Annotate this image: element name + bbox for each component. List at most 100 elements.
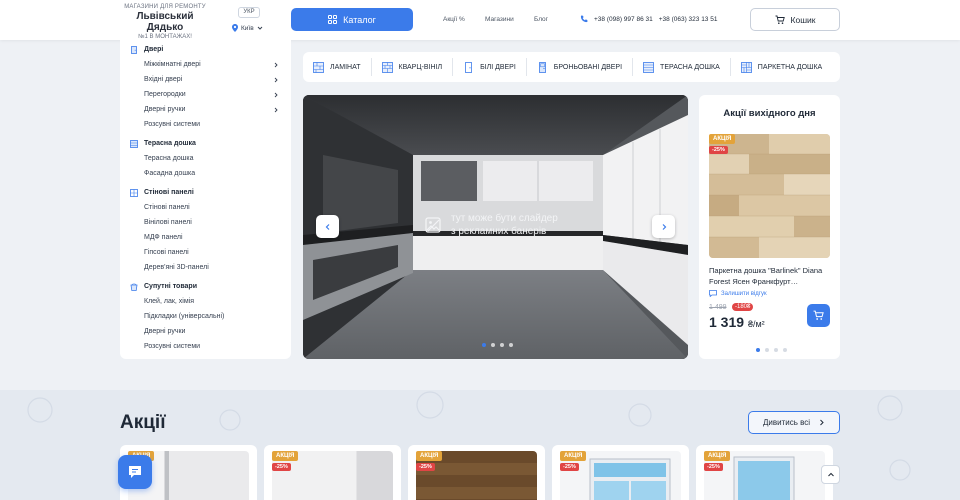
- language-switcher[interactable]: УКР: [238, 7, 260, 18]
- bucket-icon: [130, 283, 138, 291]
- discount-percent-badge: -25%: [709, 146, 728, 154]
- sidebar-item-label: Фасадна дошка: [144, 170, 196, 177]
- quick-white-doors[interactable]: БІЛІ ДВЕРІ: [453, 58, 527, 76]
- armored-door-icon: [538, 61, 546, 73]
- catalog-label: Каталог: [343, 14, 376, 25]
- leave-review-link[interactable]: Залишити відгук: [709, 290, 767, 297]
- see-all-button[interactable]: Дивитись всі: [748, 411, 840, 434]
- sidebar-item-label: МДФ панелі: [144, 234, 183, 241]
- slider-dot[interactable]: [500, 343, 504, 347]
- slider-dot[interactable]: [783, 348, 787, 352]
- quick-label: БІЛІ ДВЕРІ: [480, 63, 516, 71]
- sidebar-item[interactable]: Дверні ручки: [120, 102, 291, 117]
- sale-badge: АКЦІЯ: [416, 451, 443, 461]
- category-title: Терасна дошка: [144, 140, 196, 147]
- city-name: Київ: [241, 24, 254, 32]
- location-pin-icon: [232, 24, 238, 32]
- catalog-button[interactable]: Каталог: [291, 8, 413, 31]
- city-selector[interactable]: Київ: [232, 24, 263, 32]
- current-price: 1 319 ₴/м²: [709, 314, 765, 330]
- nav-blog[interactable]: Блог: [534, 16, 548, 23]
- sidebar-item[interactable]: Фасадна дошка: [120, 166, 291, 181]
- sidebar-item[interactable]: МДФ панелі: [120, 230, 291, 245]
- sidebar-item-label: Дерев'яні 3D-панелі: [144, 264, 209, 271]
- slider-prev-button[interactable]: [316, 215, 339, 238]
- sidebar-item-label: Терасна дошка: [144, 155, 194, 162]
- quick-laminate[interactable]: ЛАМІНАТ: [303, 58, 372, 76]
- slider-dot[interactable]: [509, 343, 513, 347]
- slider-next-button[interactable]: [652, 215, 675, 238]
- discount-amount: -180₴: [732, 303, 754, 311]
- sidebar-item-label: Вінілові панелі: [144, 219, 192, 226]
- promo-product-card[interactable]: АКЦІЯ -25%: [408, 445, 545, 500]
- sale-badge: АКЦІЯ: [560, 451, 587, 461]
- phone-number-1[interactable]: +38 (098) 997 86 31: [594, 16, 653, 23]
- deal-title: Акції вихідного дня: [723, 108, 816, 119]
- white-door-icon: [465, 61, 472, 73]
- quick-category-bar: ЛАМІНАТ КВАРЦ-ВІНІЛ БІЛІ ДВЕРІ БРОНЬОВАН…: [303, 52, 840, 82]
- sidebar-item[interactable]: Розсувні системи: [120, 339, 291, 354]
- slider-dot[interactable]: [482, 343, 486, 347]
- category-sidebar: Двері Міжкімнатні двері Вхідні двері Пер…: [120, 40, 291, 359]
- sidebar-item[interactable]: Розсувні системи: [120, 117, 291, 132]
- image-placeholder-icon: [425, 217, 441, 233]
- slider-dot[interactable]: [774, 348, 778, 352]
- quick-label: ТЕРАСНА ДОШКА: [660, 63, 720, 71]
- category-related-goods[interactable]: Супутні товари: [120, 279, 291, 294]
- sidebar-item-label: Підкладки (універсальні): [144, 313, 225, 320]
- nav-stores[interactable]: Магазини: [485, 16, 514, 23]
- quick-quartz-vinyl[interactable]: КВАРЦ-ВІНІЛ: [372, 58, 454, 76]
- sidebar-item[interactable]: Стінові панелі: [120, 200, 291, 215]
- promo-product-card[interactable]: АКЦІЯ -25%: [264, 445, 401, 500]
- sidebar-item[interactable]: Вхідні двері: [120, 72, 291, 87]
- slider-dots: [482, 343, 513, 347]
- banner-slider[interactable]: тут може бути слайдер з рекламних банері…: [303, 95, 688, 359]
- sidebar-item[interactable]: Дверні ручки: [120, 324, 291, 339]
- sidebar-item-label: Гіпсові панелі: [144, 249, 189, 256]
- quick-terrace-board[interactable]: ТЕРАСНА ДОШКА: [633, 58, 731, 76]
- quick-parquet[interactable]: ПАРКЕТНА ДОШКА: [731, 58, 832, 76]
- sidebar-item[interactable]: Гіпсові панелі: [120, 245, 291, 260]
- scroll-to-top-button[interactable]: [821, 465, 840, 484]
- old-price: 1 499: [709, 304, 727, 311]
- sidebar-item-label: Клей, лак, хімія: [144, 298, 194, 305]
- chevron-up-icon: [827, 472, 834, 476]
- sidebar-item[interactable]: Вінілові панелі: [120, 215, 291, 230]
- category-title: Супутні товари: [144, 283, 197, 290]
- sidebar-item[interactable]: Терасна дошка: [120, 151, 291, 166]
- logo[interactable]: МАГАЗИНИ ДЛЯ РЕМОНТУ Львівський Дядько №…: [120, 4, 210, 40]
- promo-product-card[interactable]: АКЦІЯ -25%: [552, 445, 689, 500]
- sidebar-item-label: Розсувні системи: [144, 343, 201, 350]
- site-header: МАГАЗИНИ ДЛЯ РЕМОНТУ Львівський Дядько №…: [0, 0, 960, 40]
- slider-dot[interactable]: [491, 343, 495, 347]
- sale-badge: АКЦІЯ: [709, 134, 736, 144]
- sidebar-item[interactable]: Міжкімнатні двері: [120, 57, 291, 72]
- sidebar-item[interactable]: Перегородки: [120, 87, 291, 102]
- promo-product-card[interactable]: АКЦІЯ -25%: [696, 445, 833, 500]
- cart-button[interactable]: Кошик: [750, 8, 840, 31]
- banner-text: тут може бути слайдер з рекламних банері…: [451, 213, 558, 237]
- product-name[interactable]: Паркетна дошка "Barlinek" Diana Forest Я…: [709, 265, 833, 287]
- category-wall-panels[interactable]: Стінові панелі: [120, 185, 291, 200]
- chat-button[interactable]: [118, 455, 152, 489]
- sidebar-item[interactable]: Дерев'яні 3D-панелі: [120, 260, 291, 275]
- category-terrace-board[interactable]: Терасна дошка: [120, 136, 291, 151]
- nav-sales[interactable]: Акції %: [443, 16, 465, 23]
- sidebar-item[interactable]: Клей, лак, хімія: [120, 294, 291, 309]
- category-doors[interactable]: Двері: [120, 42, 291, 57]
- add-to-cart-button[interactable]: [807, 304, 830, 327]
- sidebar-item[interactable]: Підкладки (універсальні): [120, 309, 291, 324]
- weekend-deal-card: Акції вихідного дня АКЦІЯ -25% Паркетна …: [699, 95, 840, 359]
- price-value: 1 319: [709, 314, 745, 330]
- logo-name: Львівський Дядько: [136, 11, 194, 33]
- parquet-icon: [740, 61, 752, 73]
- phone-number-2[interactable]: +38 (063) 323 13 51: [659, 16, 718, 23]
- slider-dot[interactable]: [765, 348, 769, 352]
- quick-armored-doors[interactable]: БРОНЬОВАНІ ДВЕРІ: [527, 58, 634, 76]
- slider-dot[interactable]: [756, 348, 760, 352]
- chevron-down-icon: [257, 26, 263, 30]
- sidebar-item-label: Вхідні двері: [144, 76, 183, 83]
- chevron-right-icon: [662, 223, 666, 230]
- comment-icon: [709, 290, 717, 297]
- door-icon: [131, 45, 137, 54]
